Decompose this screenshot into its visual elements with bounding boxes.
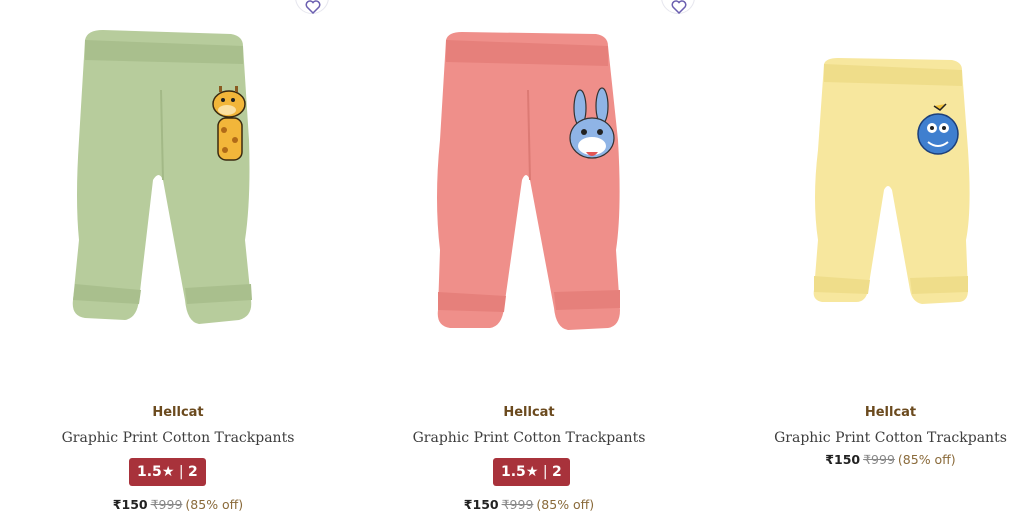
product-image[interactable]	[13, 0, 343, 360]
product-brand: Hellcat	[503, 405, 555, 420]
product-card[interactable]: Hellcat Graphic Print Cotton Trackpants …	[13, 0, 343, 531]
discount-percent: (85% off)	[897, 452, 956, 467]
star-icon: ★	[525, 464, 539, 480]
selling-price: ₹150	[112, 497, 148, 512]
selling-price: ₹150	[463, 497, 499, 512]
product-card[interactable]: Hellcat Graphic Print Cotton Trackpants …	[364, 0, 695, 531]
rating-count: 2	[552, 464, 562, 480]
rating-badge: 1.5★ | 2	[493, 458, 570, 486]
rating-count: 2	[188, 464, 198, 480]
pants-shape	[437, 32, 620, 330]
giraffe-graphic	[212, 86, 246, 161]
product-brand: Hellcat	[864, 405, 917, 420]
mrp-price: ₹999	[863, 452, 895, 467]
price-row: ₹150 ₹999 (85% off)	[364, 497, 694, 512]
rating-badge: 1.5★ | 2	[129, 458, 206, 486]
mrp-price: ₹999	[150, 497, 183, 512]
product-image[interactable]	[726, 0, 1015, 360]
star-icon: ★	[161, 464, 175, 480]
product-title[interactable]: Graphic Print Cotton Trackpants	[364, 430, 694, 446]
discount-percent: (85% off)	[185, 497, 244, 512]
pants-shape	[813, 58, 970, 304]
price-row: ₹150 ₹999 (85% off)	[726, 452, 1015, 467]
product-card[interactable]: Hellcat Graphic Print Cotton Trackpants …	[726, 0, 1015, 531]
price-row: ₹150 ₹999 (85% off)	[13, 497, 343, 512]
product-title[interactable]: Graphic Print Cotton Trackpants	[13, 430, 343, 446]
product-image[interactable]	[364, 0, 694, 360]
rating-value: 1.5	[137, 464, 162, 480]
product-title[interactable]: Graphic Print Cotton Trackpants	[726, 430, 1015, 446]
selling-price: ₹150	[825, 452, 861, 467]
discount-percent: (85% off)	[536, 497, 595, 512]
product-brand: Hellcat	[152, 405, 204, 420]
rating-value: 1.5	[501, 464, 526, 480]
mrp-price: ₹999	[501, 497, 534, 512]
